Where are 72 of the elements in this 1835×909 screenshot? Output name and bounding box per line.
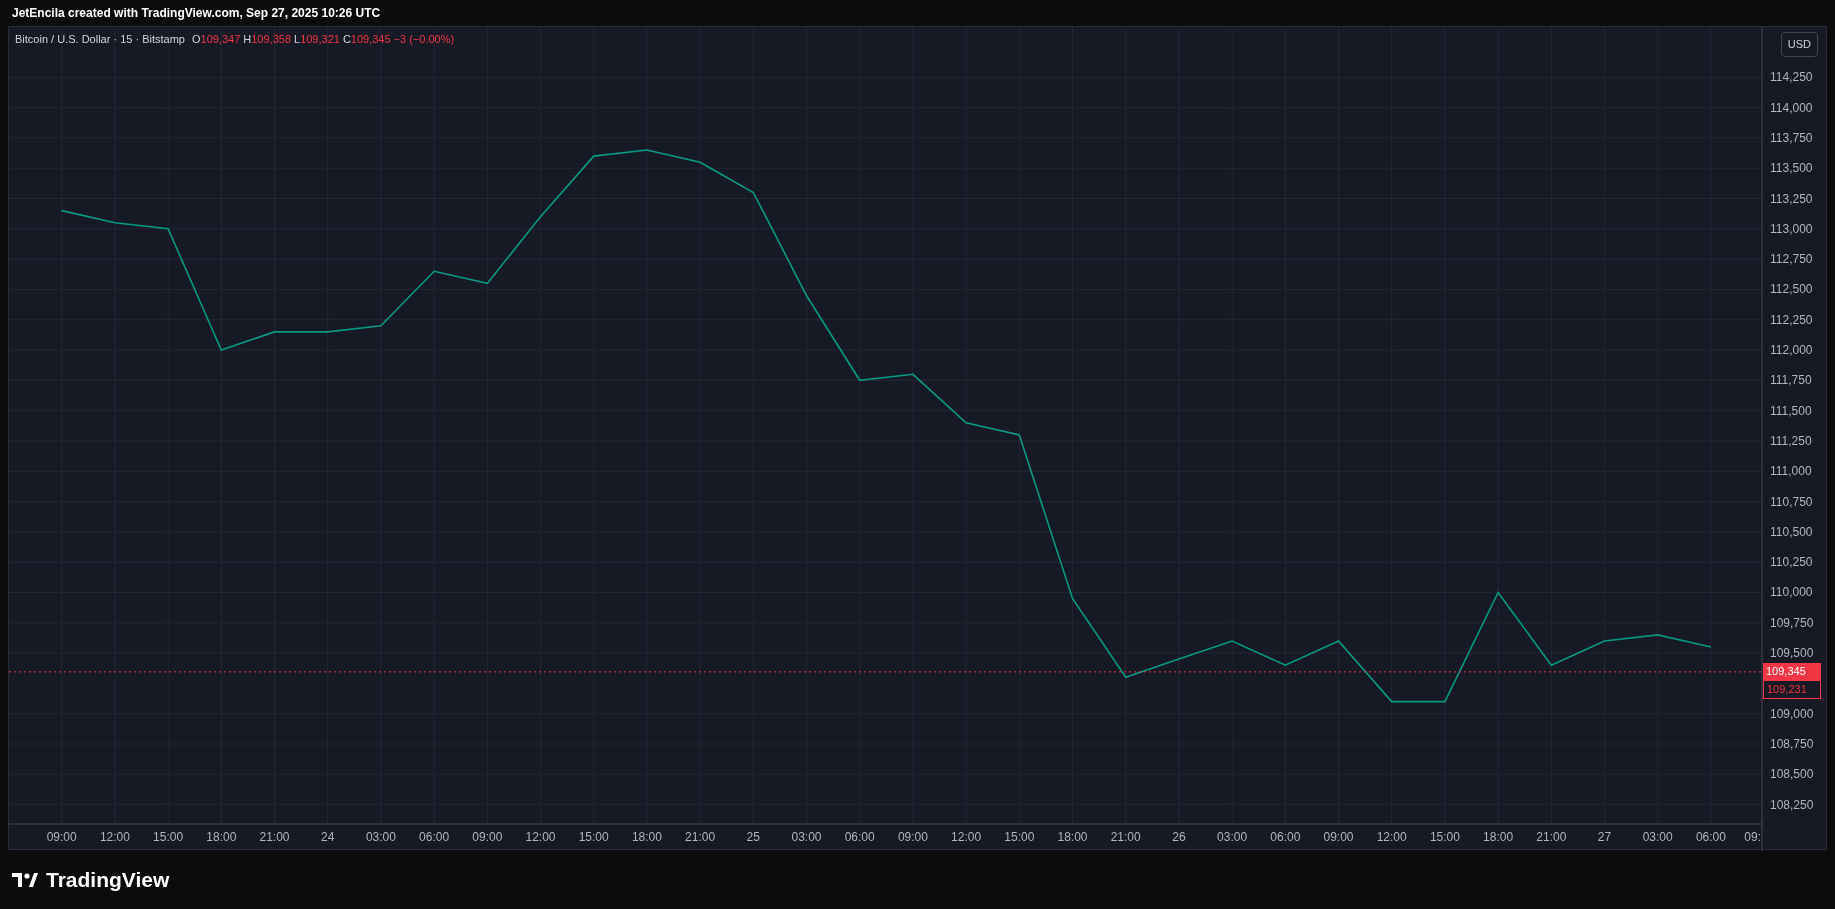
logo-icon (12, 871, 38, 888)
ohlc-label: H (243, 32, 252, 47)
time-axis-label: 21:00 (685, 830, 716, 844)
time-axis-label: 15:00 (578, 830, 609, 844)
ohlc-label: O (191, 32, 201, 47)
time-axis-label: 24 (321, 830, 335, 844)
price-axis-label: 109,000 (1770, 706, 1814, 721)
price-axis-label: 113,000 (1770, 221, 1813, 236)
time-axis-label: 06:00 (1270, 830, 1301, 844)
time-axis-label: 09:00 (472, 830, 503, 844)
price-axis-label: 109,500 (1770, 646, 1814, 661)
time-axis-label: 15:00 (153, 830, 184, 844)
time-axis-label: 12:00 (525, 830, 556, 844)
time-axis-label: 09: (1744, 830, 1761, 844)
ohlc-label: C (342, 32, 351, 47)
price-axis-label: 111,000 (1770, 464, 1812, 479)
price-axis-label: 111,500 (1770, 403, 1812, 418)
price-axis-label: 111,250 (1770, 433, 1812, 448)
price-axis-label: 112,500 (1770, 282, 1813, 297)
price-axis-label: 110,750 (1770, 494, 1813, 509)
time-axis-label: 06:00 (1695, 830, 1726, 844)
price-axis-label: 112,750 (1770, 252, 1813, 267)
time-axis-label: 03:00 (1217, 830, 1248, 844)
ohlc-value: 109,321 (300, 32, 340, 47)
price-axis-label: 110,000 (1770, 585, 1813, 600)
time-axis-label: 26 (1172, 830, 1186, 844)
ohlc-value: 109,347 (200, 32, 241, 47)
time-axis-label: 15:00 (1004, 830, 1035, 844)
price-axis-label: 111,750 (1770, 373, 1812, 388)
time-axis-label: 21:00 (259, 830, 290, 844)
currency-button[interactable]: USD (1780, 32, 1818, 57)
price-tag: 109,345 (1763, 662, 1821, 680)
price-axis-label: 113,500 (1770, 161, 1813, 176)
time-axis-label: 27 (1597, 830, 1612, 844)
price-axis-label: 112,000 (1770, 343, 1813, 358)
time-axis-label: 21:00 (1110, 830, 1141, 844)
time-axis-label: 18:00 (1057, 830, 1088, 844)
price-axis-label: 114,250 (1770, 70, 1813, 85)
ohlc-label: L (294, 32, 301, 47)
ohlc-value: 109,358 (251, 32, 291, 47)
time-axis-label: 09:00 (46, 830, 77, 844)
time-axis-label: 03:00 (365, 830, 396, 844)
price-axis-label: 113,750 (1770, 130, 1813, 145)
price-axis-label: 113,250 (1770, 191, 1813, 206)
time-axis-label: 06:00 (419, 830, 450, 844)
time-axis-label: 21:00 (1536, 830, 1567, 844)
price-axis-label: 112,250 (1770, 312, 1813, 327)
time-axis-label: 25 (746, 830, 760, 844)
time-axis-label: 12:00 (951, 830, 982, 844)
time-axis-label: 03:00 (791, 830, 822, 844)
time-axis-label: 03:00 (1642, 830, 1673, 844)
price-axis-label: 108,250 (1770, 797, 1814, 812)
time-axis-label: 18:00 (206, 830, 237, 844)
ohlc-value: 109,345 (350, 32, 391, 47)
price-axis-label: 110,250 (1770, 555, 1813, 570)
time-axis-label: 06:00 (844, 830, 875, 844)
price-axis-label: 109,750 (1770, 615, 1814, 630)
time-axis-label: 09:00 (897, 830, 928, 844)
time-axis-label: 18:00 (1483, 830, 1514, 844)
price-axis-label: 110,500 (1770, 524, 1813, 539)
price-change: −3 (−0.00%) (393, 32, 455, 47)
time-axis-label: 18:00 (631, 830, 662, 844)
attribution-text: JetEncila created with TradingView.com, Sep 27, 2025 10:26 UTC (12, 5, 381, 22)
time-axis-label: 15:00 (1429, 830, 1460, 844)
price-axis-label: 108,500 (1770, 767, 1814, 782)
time-axis-label: 12:00 (99, 830, 130, 844)
price-axis-label: 108,750 (1770, 737, 1814, 751)
symbol-title: Bitcoin / U.S. Dollar · 15 · Bitstamp (15, 32, 185, 47)
brand-name: TradingView (46, 866, 170, 893)
time-axis-label: 12:00 (1376, 830, 1407, 844)
price-axis-label: 114,000 (1770, 100, 1813, 115)
time-axis-label: 09:00 (1323, 830, 1354, 844)
